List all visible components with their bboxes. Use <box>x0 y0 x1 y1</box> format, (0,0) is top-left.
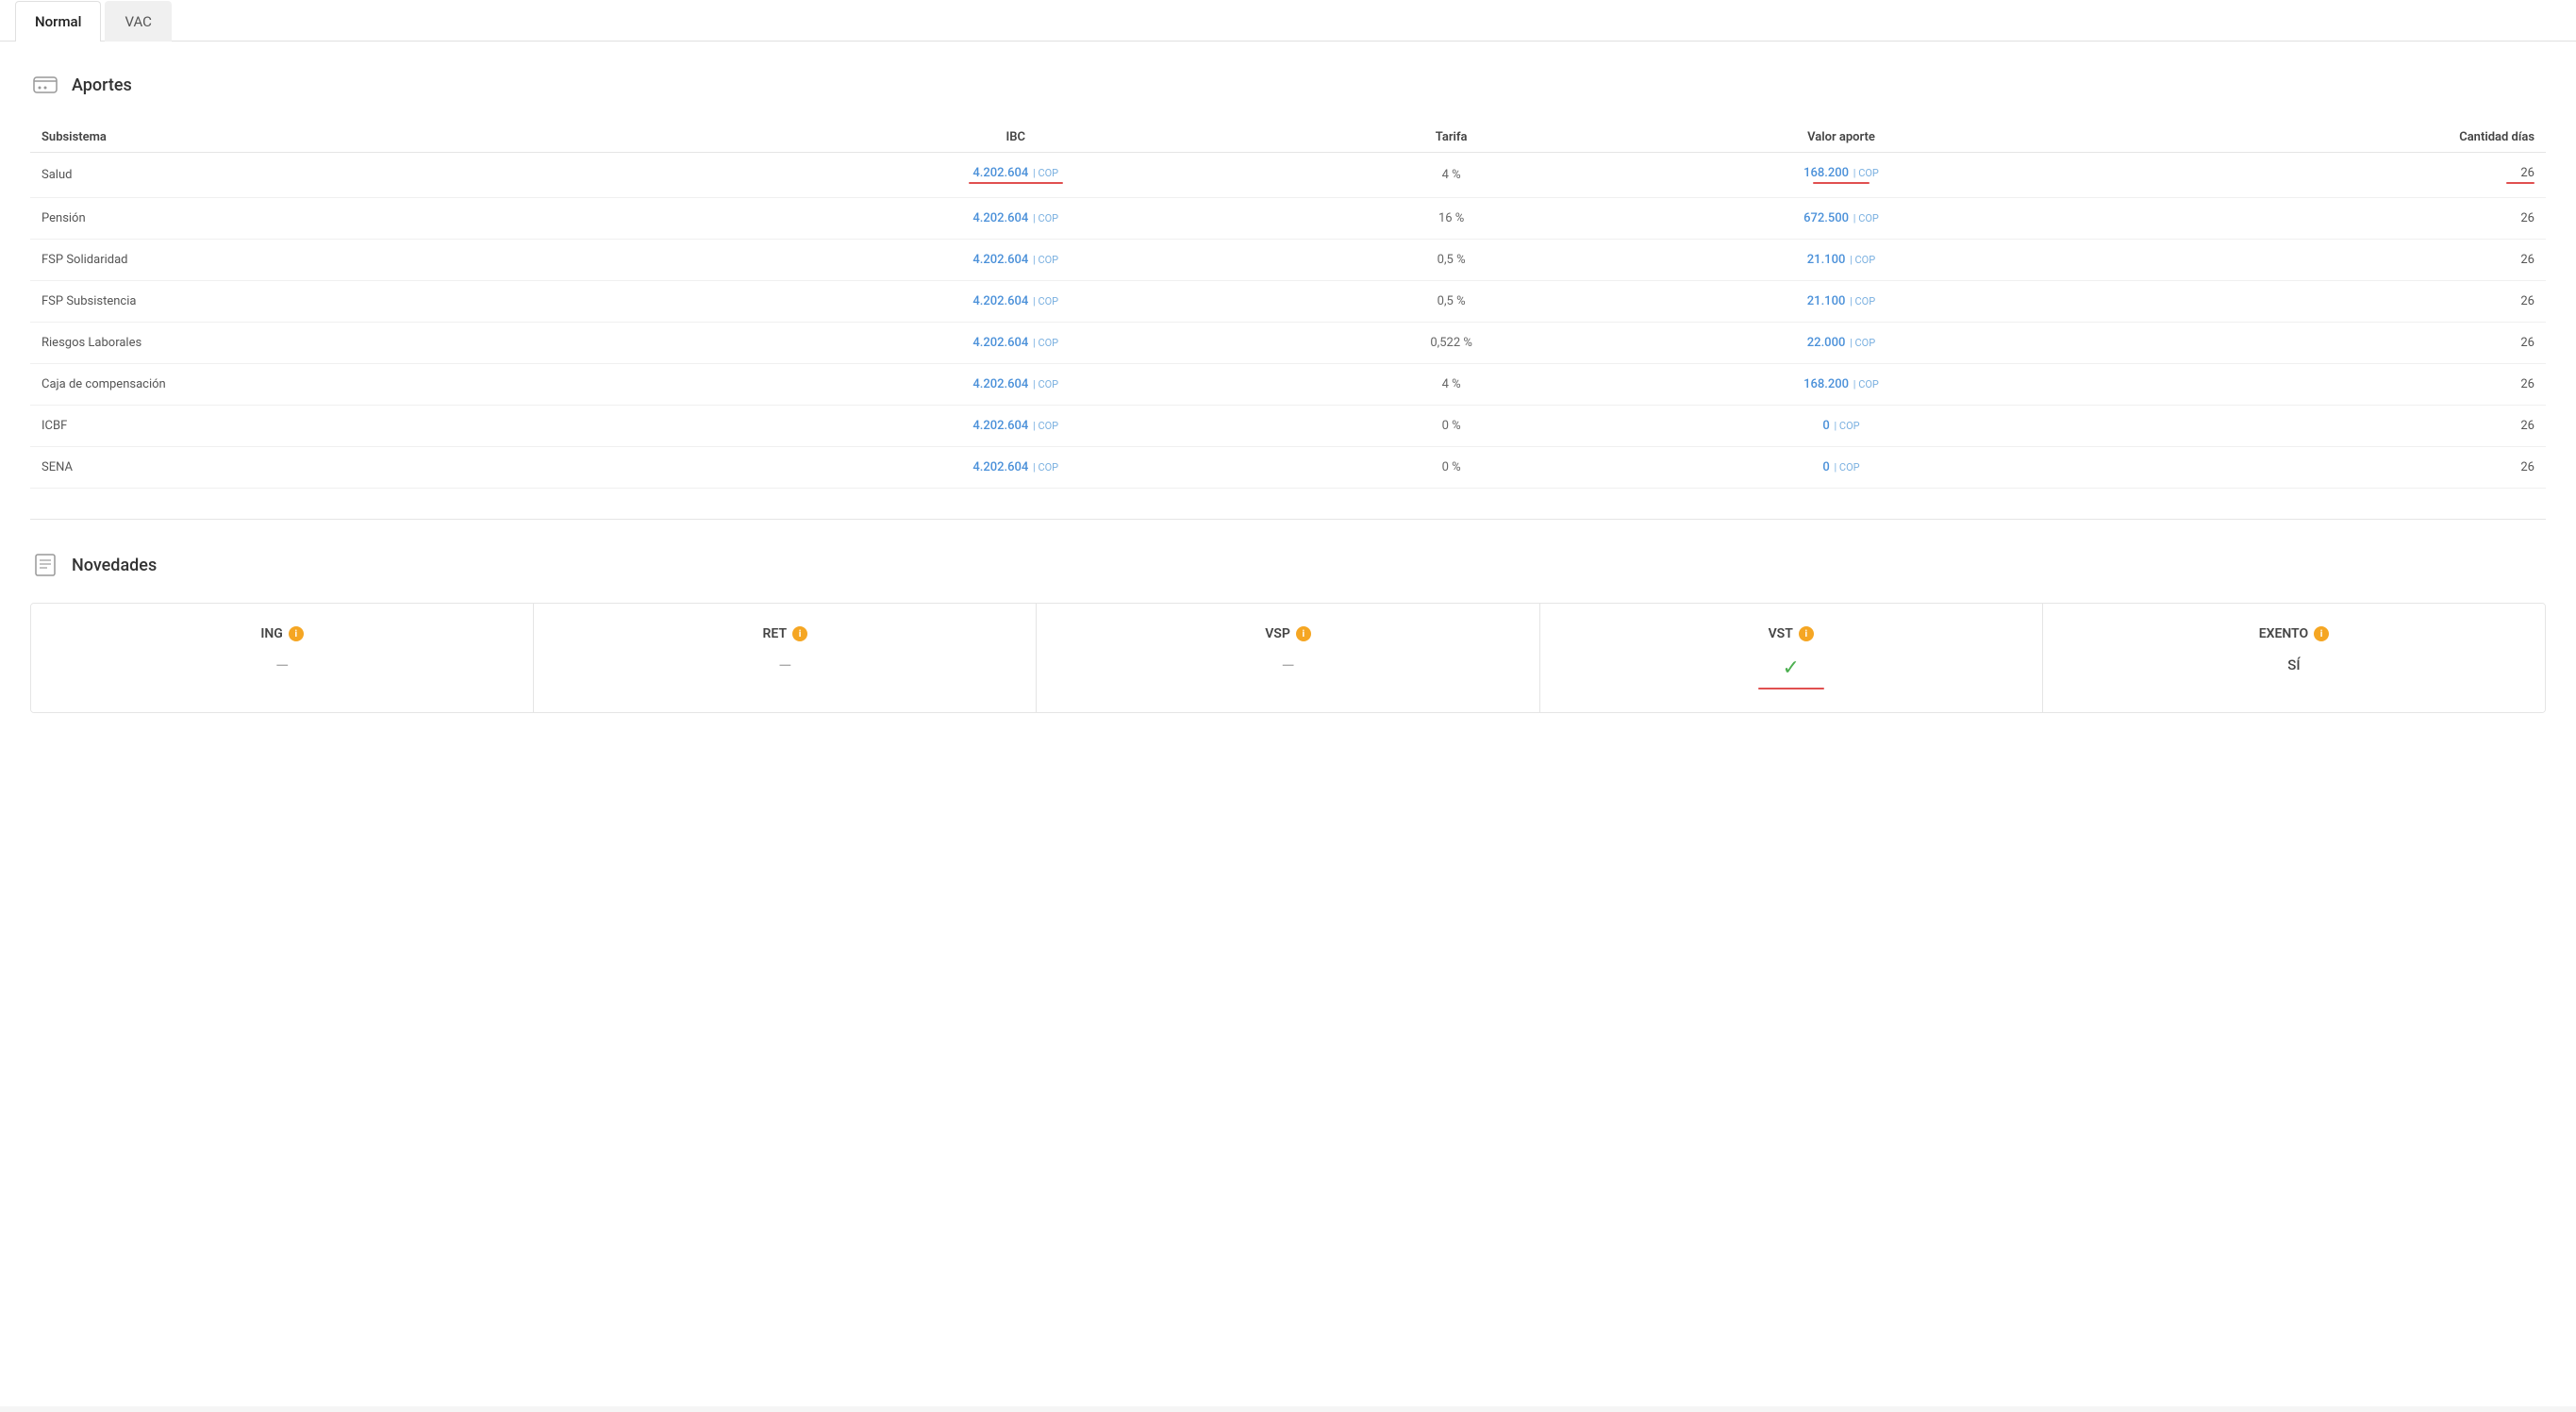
col-valor: Valor aporte <box>1606 123 2076 153</box>
ibc-cell: 4.202.604 | COP <box>735 281 1296 323</box>
cantidad-cell: 26 <box>2076 447 2546 489</box>
novedades-cards: INGi—RETi—VSPi—VSTi✓EXENTOiSÍ <box>30 603 2546 713</box>
tab-normal[interactable]: Normal <box>15 1 101 42</box>
table-row: Caja de compensación4.202.604 | COP4 %16… <box>30 364 2546 406</box>
tarifa-cell: 0 % <box>1296 447 1606 489</box>
cantidad-cell: 26 <box>2076 198 2546 240</box>
ibc-cell: 4.202.604 | COP <box>735 364 1296 406</box>
col-subsistema: Subsistema <box>30 123 735 153</box>
novedad-header-exento: EXENTO i <box>2058 626 2530 641</box>
novedad-header-ing: ING i <box>46 626 518 641</box>
novedad-dash-ret: — <box>778 656 791 676</box>
table-row: SENA4.202.604 | COP0 %0 | COP26 <box>30 447 2546 489</box>
valor-cell: 168.200 | COP <box>1606 153 2076 198</box>
subsistema-cell: ICBF <box>30 406 735 447</box>
ibc-cell: 4.202.604 | COP <box>735 153 1296 198</box>
novedad-value-exento: SÍ <box>2058 656 2530 673</box>
novedad-label-vsp: VSP <box>1265 626 1290 641</box>
cantidad-cell: 26 <box>2076 364 2546 406</box>
aportes-section: Aportes Subsistema IBC Tarifa Valor apor… <box>30 70 2546 489</box>
novedad-card-ing: ING i— <box>31 604 534 712</box>
ibc-cell: 4.202.604 | COP <box>735 323 1296 364</box>
novedad-dash-vsp: — <box>1281 656 1294 676</box>
tab-vac[interactable]: VAC <box>105 1 171 42</box>
novedades-icon <box>30 550 60 580</box>
novedad-card-vsp: VSP i— <box>1037 604 1539 712</box>
info-badge-ing: i <box>289 626 304 641</box>
subsistema-cell: FSP Subsistencia <box>30 281 735 323</box>
cantidad-cell: 26 <box>2076 406 2546 447</box>
cantidad-cell: 26 <box>2076 153 2546 198</box>
table-row: Riesgos Laborales4.202.604 | COP0,522 %2… <box>30 323 2546 364</box>
tarifa-cell: 4 % <box>1296 364 1606 406</box>
novedad-label-exento: EXENTO <box>2259 626 2308 641</box>
col-tarifa: Tarifa <box>1296 123 1606 153</box>
ibc-cell: 4.202.604 | COP <box>735 198 1296 240</box>
novedad-label-vst: VST <box>1769 626 1793 641</box>
ibc-cell: 4.202.604 | COP <box>735 240 1296 281</box>
novedades-title: Novedades <box>72 556 157 575</box>
aportes-table: Subsistema IBC Tarifa Valor aporte Canti… <box>30 123 2546 489</box>
ibc-cell: 4.202.604 | COP <box>735 406 1296 447</box>
novedad-card-exento: EXENTO i SÍ <box>2043 604 2545 712</box>
novedad-value-vsp: — <box>1052 656 1523 676</box>
valor-cell: 0 | COP <box>1606 406 2076 447</box>
novedad-label-ing: ING <box>260 626 282 641</box>
novedad-header-vst: VST i <box>1555 626 2027 641</box>
exento-si-value: SÍ <box>2287 656 2300 673</box>
tarifa-cell: 0,5 % <box>1296 281 1606 323</box>
table-row: Salud4.202.604 | COP4 %168.200 | COP26 <box>30 153 2546 198</box>
table-row: Pensión4.202.604 | COP16 %672.500 | COP2… <box>30 198 2546 240</box>
subsistema-cell: Riesgos Laborales <box>30 323 735 364</box>
info-badge-vst: i <box>1799 626 1814 641</box>
col-ibc: IBC <box>735 123 1296 153</box>
tarifa-cell: 4 % <box>1296 153 1606 198</box>
novedad-header-ret: RET i <box>549 626 1021 641</box>
valor-cell: 168.200 | COP <box>1606 364 2076 406</box>
vst-checkmark: ✓ <box>1782 656 1799 680</box>
info-badge-ret: i <box>792 626 807 641</box>
novedad-value-vst: ✓ <box>1555 656 2027 689</box>
valor-cell: 0 | COP <box>1606 447 2076 489</box>
tarifa-cell: 0,5 % <box>1296 240 1606 281</box>
section-divider <box>30 519 2546 520</box>
info-badge-exento: i <box>2314 626 2329 641</box>
aportes-header: Aportes <box>30 70 2546 100</box>
novedad-card-ret: RET i— <box>534 604 1037 712</box>
valor-cell: 672.500 | COP <box>1606 198 2076 240</box>
table-row: FSP Solidaridad4.202.604 | COP0,5 %21.10… <box>30 240 2546 281</box>
novedad-value-ret: — <box>549 656 1021 676</box>
novedad-dash-ing: — <box>275 656 289 676</box>
tarifa-cell: 16 % <box>1296 198 1606 240</box>
table-row: FSP Subsistencia4.202.604 | COP0,5 %21.1… <box>30 281 2546 323</box>
aportes-icon <box>30 70 60 100</box>
cantidad-cell: 26 <box>2076 323 2546 364</box>
tarifa-cell: 0 % <box>1296 406 1606 447</box>
valor-cell: 22.000 | COP <box>1606 323 2076 364</box>
col-cantidad: Cantidad días <box>2076 123 2546 153</box>
cantidad-cell: 26 <box>2076 281 2546 323</box>
subsistema-cell: Caja de compensación <box>30 364 735 406</box>
subsistema-cell: FSP Solidaridad <box>30 240 735 281</box>
subsistema-cell: Pensión <box>30 198 735 240</box>
table-row: ICBF4.202.604 | COP0 %0 | COP26 <box>30 406 2546 447</box>
valor-cell: 21.100 | COP <box>1606 281 2076 323</box>
novedad-header-vsp: VSP i <box>1052 626 1523 641</box>
tarifa-cell: 0,522 % <box>1296 323 1606 364</box>
novedades-header: Novedades <box>30 550 2546 580</box>
vst-underline <box>1758 688 1824 689</box>
subsistema-cell: Salud <box>30 153 735 198</box>
aportes-title: Aportes <box>72 75 132 95</box>
cantidad-cell: 26 <box>2076 240 2546 281</box>
info-badge-vsp: i <box>1296 626 1311 641</box>
subsistema-cell: SENA <box>30 447 735 489</box>
tabs-bar: Normal VAC <box>0 0 2576 42</box>
novedad-card-vst: VST i✓ <box>1540 604 2043 712</box>
novedad-value-ing: — <box>46 656 518 676</box>
valor-cell: 21.100 | COP <box>1606 240 2076 281</box>
novedad-label-ret: RET <box>763 626 788 641</box>
main-content: Aportes Subsistema IBC Tarifa Valor apor… <box>0 42 2576 1406</box>
novedades-section: Novedades INGi—RETi—VSPi—VSTi✓EXENTOiSÍ <box>30 550 2546 713</box>
ibc-cell: 4.202.604 | COP <box>735 447 1296 489</box>
